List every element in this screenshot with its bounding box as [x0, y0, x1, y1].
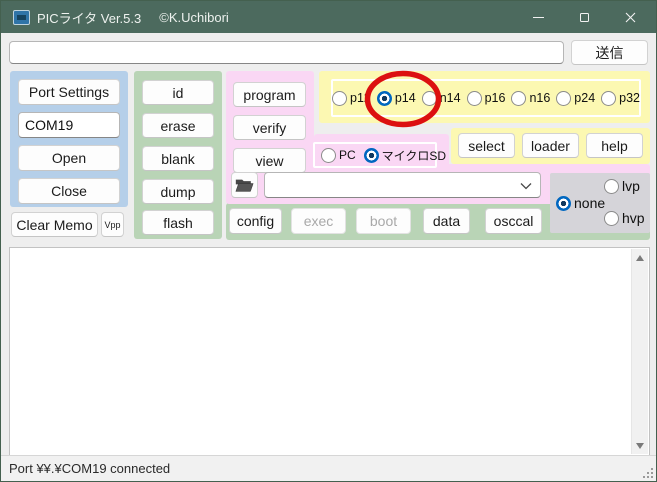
help-button[interactable]: help — [586, 133, 643, 158]
memo-scrollbar[interactable] — [631, 249, 648, 454]
scroll-up-button[interactable] — [632, 249, 648, 266]
window-title: PICライタ Ver.5.3 — [37, 8, 141, 27]
radio-circle-icon — [467, 91, 482, 106]
verify-button[interactable]: verify — [233, 115, 306, 140]
radio-label: PC — [339, 148, 356, 162]
open-button[interactable]: Open — [18, 145, 120, 171]
radio-pc[interactable]: PC — [321, 148, 356, 163]
radio-label: lvp — [622, 178, 640, 194]
radio-label: p14 — [395, 91, 416, 105]
radio-circle-icon — [332, 91, 347, 106]
close-icon — [625, 12, 636, 23]
radio-circle-icon — [604, 211, 619, 226]
radio-hvp[interactable]: hvp — [604, 210, 645, 226]
radio-label: マイクロSD — [382, 147, 446, 164]
radio-n14[interactable]: n14 — [422, 91, 461, 106]
radio-circle-icon — [511, 91, 526, 106]
flash-button[interactable]: flash — [142, 210, 214, 235]
radio-circle-icon — [604, 179, 619, 194]
minimize-icon — [533, 17, 544, 18]
radio-label: none — [574, 195, 605, 211]
close-window-button[interactable] — [607, 1, 653, 33]
send-button[interactable]: 送信 — [571, 40, 648, 65]
radio-microsd[interactable]: マイクロSD — [364, 147, 446, 164]
radio-circle-icon — [556, 91, 571, 106]
status-text: Port ¥¥.¥COM19 connected — [9, 461, 170, 476]
vpp-button[interactable]: Vpp — [101, 212, 124, 237]
radio-selected-icon — [556, 196, 571, 211]
radio-p14[interactable]: p14 — [377, 91, 416, 106]
radio-circle-icon — [321, 148, 336, 163]
blank-button[interactable]: blank — [142, 146, 214, 171]
select-button[interactable]: select — [458, 133, 515, 158]
view-button[interactable]: view — [233, 148, 306, 173]
target-group: PC マイクロSD — [313, 142, 437, 168]
radio-selected-icon — [364, 148, 379, 163]
device-family-group: p12 p14 n14 p16 n16 p24 p32 — [331, 79, 641, 117]
radio-p32[interactable]: p32 — [601, 91, 640, 106]
radio-label: hvp — [622, 210, 645, 226]
radio-label: n16 — [529, 91, 550, 105]
radio-selected-icon — [377, 91, 392, 106]
radio-circle-icon — [422, 91, 437, 106]
open-folder-icon — [235, 178, 254, 193]
triangle-down-icon — [636, 443, 644, 449]
exec-button[interactable]: exec — [291, 208, 346, 234]
titlebar: PICライタ Ver.5.3 ©K.Uchibori — [1, 1, 656, 33]
chevron-down-icon — [520, 182, 532, 190]
minimize-button[interactable] — [515, 1, 561, 33]
radio-p12[interactable]: p12 — [332, 91, 371, 106]
radio-label: p12 — [350, 91, 371, 105]
radio-lvp[interactable]: lvp — [604, 178, 640, 194]
close-button[interactable]: Close — [18, 178, 120, 204]
radio-label: p16 — [485, 91, 506, 105]
id-button[interactable]: id — [142, 80, 214, 105]
send-input[interactable] — [9, 41, 564, 64]
maximize-button[interactable] — [561, 1, 607, 33]
radio-n16[interactable]: n16 — [511, 91, 550, 106]
config-button[interactable]: config — [229, 208, 282, 234]
radio-p24[interactable]: p24 — [556, 91, 595, 106]
clear-memo-button[interactable]: Clear Memo — [11, 212, 98, 237]
boot-button[interactable]: boot — [356, 208, 411, 234]
maximize-icon — [580, 13, 589, 22]
radio-none[interactable]: none — [556, 195, 605, 211]
osccal-button[interactable]: osccal — [485, 208, 542, 234]
triangle-up-icon — [636, 255, 644, 261]
scroll-down-button[interactable] — [632, 437, 648, 454]
open-file-button[interactable] — [231, 172, 258, 198]
radio-label: p32 — [619, 91, 640, 105]
vpp-mode-group: none lvp hvp — [550, 173, 650, 233]
radio-label: n14 — [440, 91, 461, 105]
file-combobox[interactable] — [264, 172, 541, 198]
erase-button[interactable]: erase — [142, 113, 214, 138]
dump-button[interactable]: dump — [142, 179, 214, 204]
com-port-input[interactable] — [18, 112, 120, 138]
data-button[interactable]: data — [423, 208, 470, 234]
loader-button[interactable]: loader — [522, 133, 579, 158]
port-settings-button[interactable]: Port Settings — [18, 79, 120, 105]
app-window: 送信 Port Settings Open Close Clear Memo V… — [0, 0, 657, 482]
resize-grip[interactable] — [641, 466, 654, 479]
radio-label: p24 — [574, 91, 595, 105]
radio-circle-icon — [601, 91, 616, 106]
program-button[interactable]: program — [233, 82, 306, 107]
radio-p16[interactable]: p16 — [467, 91, 506, 106]
status-bar: Port ¥¥.¥COM19 connected — [1, 455, 656, 481]
pic-writer-app-icon — [13, 10, 30, 25]
memo-area[interactable] — [9, 247, 650, 456]
window-copyright: ©K.Uchibori — [159, 10, 229, 25]
